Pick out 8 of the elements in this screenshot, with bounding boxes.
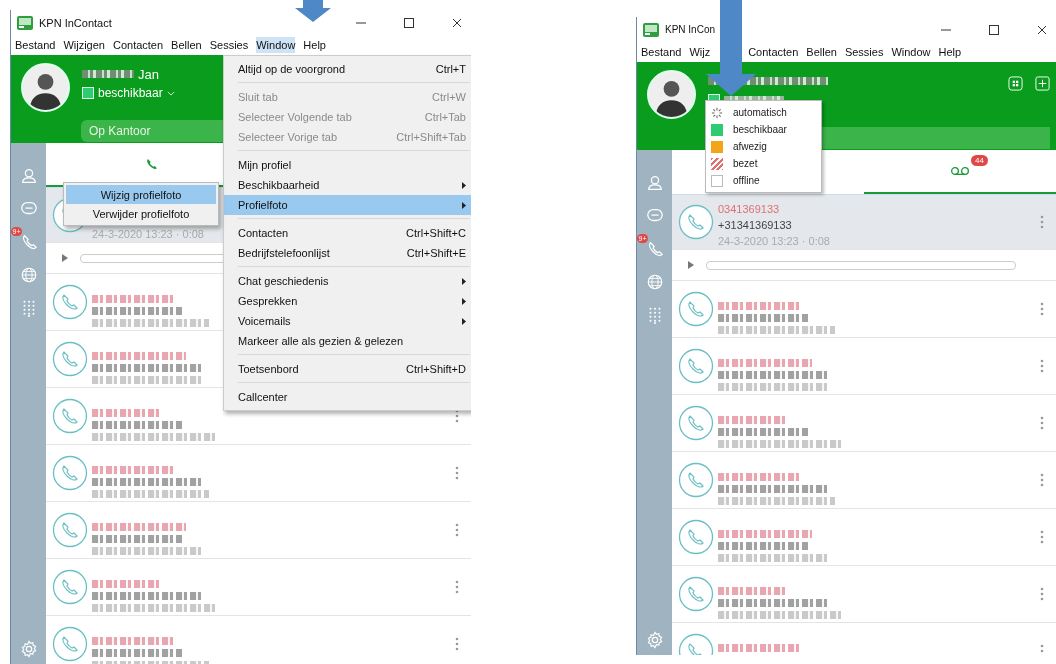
call-time: 24-3-2020 13:23 · 0:08: [92, 227, 204, 240]
count-badge: 44: [971, 155, 988, 166]
window-title: KPN InContact: [39, 16, 112, 29]
window-title: KPN InCon: [665, 24, 716, 35]
user-name: Jan: [138, 66, 159, 82]
phone-number: +31341369133: [718, 218, 793, 231]
call-time: 24-3-2020 13:23 · 0:08: [718, 234, 830, 247]
caller-number: 0341369133: [718, 202, 781, 215]
